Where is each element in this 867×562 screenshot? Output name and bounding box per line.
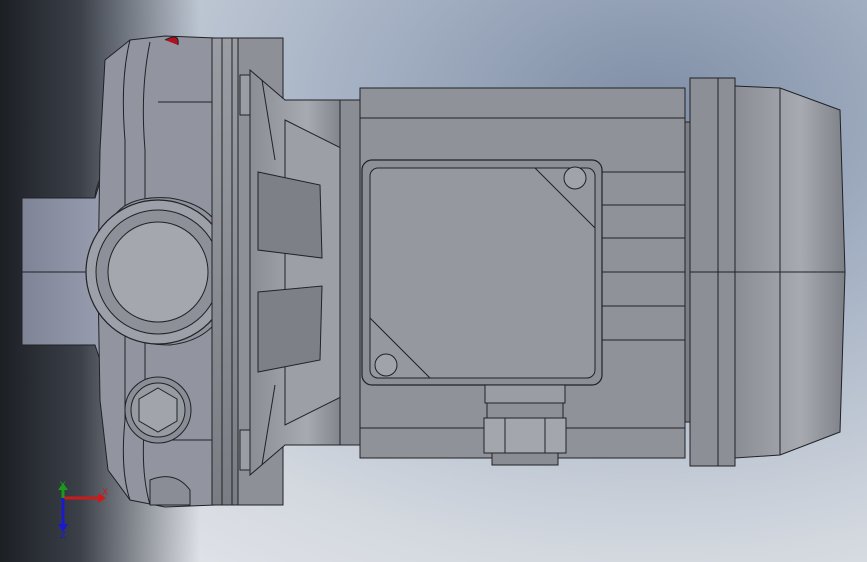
cable-gland <box>483 384 567 466</box>
x-axis-label: X <box>102 488 109 498</box>
screw-icon <box>563 166 587 190</box>
drain-plug-hex <box>124 376 192 444</box>
y-axis-label: Y <box>60 481 66 491</box>
coordinate-triad: X Y Z <box>48 482 118 542</box>
z-axis-label: Z <box>60 531 67 541</box>
screw-icon <box>374 353 398 377</box>
cad-viewport[interactable]: X Y Z <box>0 0 867 562</box>
pump-motor-model[interactable] <box>0 0 867 562</box>
terminal-box <box>361 159 603 386</box>
motor-adapter-bell <box>249 68 346 477</box>
fan-cover <box>684 77 846 467</box>
